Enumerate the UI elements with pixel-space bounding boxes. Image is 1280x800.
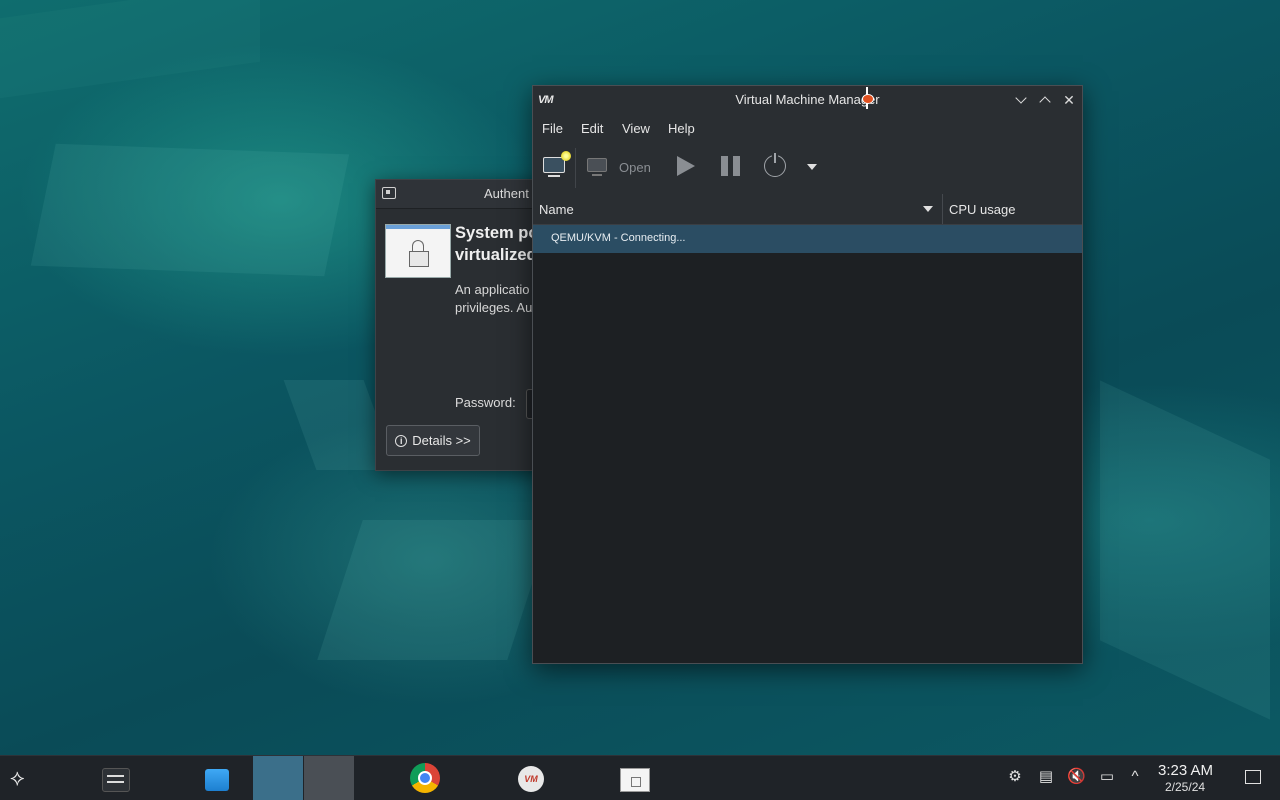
details-button-label: Details >> — [412, 433, 471, 448]
taskbar-discover[interactable] — [96, 756, 229, 800]
wallpaper-shard — [317, 520, 553, 660]
vmm-window: VM Virtual Machine Manager ✕ File Edit V… — [532, 85, 1083, 664]
auth-heading-line1: System po — [455, 224, 539, 242]
wallpaper-shard — [30, 143, 350, 277]
tray-expand-icon[interactable]: ^ — [1126, 768, 1144, 786]
chevron-up-icon — [1039, 96, 1051, 108]
pause-icon[interactable] — [721, 156, 741, 176]
run-icon[interactable] — [677, 156, 695, 176]
close-icon: ✕ — [1063, 92, 1075, 108]
taskbar-auth-dialog[interactable] — [304, 756, 650, 800]
auth-message: An applicatio privileges. Au — [455, 281, 532, 317]
move-cursor-icon — [858, 85, 876, 111]
show-desktop-icon[interactable] — [1245, 770, 1261, 784]
connection-label: QEMU/KVM - Connecting... — [551, 232, 686, 244]
vmm-title-bar[interactable]: VM Virtual Machine Manager ✕ — [533, 86, 1082, 114]
column-name[interactable]: Name — [539, 202, 574, 217]
power-icon[interactable] — [764, 153, 786, 177]
app-launcher-button[interactable]: ⟡ — [0, 756, 50, 800]
open-console-icon[interactable] — [587, 158, 607, 176]
launcher-icon: ⟡ — [10, 765, 25, 790]
menu-file[interactable]: File — [542, 121, 563, 136]
column-header: Name CPU usage — [533, 194, 1082, 225]
auth-heading: System po virtualized — [455, 222, 538, 266]
chrome-icon — [410, 763, 440, 793]
display-tray-icon[interactable]: ▭ — [1098, 768, 1116, 786]
window-title: Virtual Machine Manager — [735, 92, 880, 107]
column-cpu-usage[interactable]: CPU usage — [949, 202, 1015, 217]
new-vm-icon[interactable] — [543, 151, 571, 177]
taskbar-system-settings[interactable] — [45, 756, 130, 800]
menu-bar: File Edit View Help — [533, 114, 1082, 142]
clipboard-tray-icon[interactable]: ▤ — [1037, 768, 1055, 786]
shutdown-dropdown-icon[interactable] — [807, 164, 817, 170]
password-label: Password: — [455, 395, 516, 410]
wallpaper-shard — [0, 0, 260, 99]
maximize-button[interactable] — [1037, 92, 1053, 108]
taskbar-vmm[interactable]: VM — [253, 756, 544, 800]
column-divider[interactable] — [942, 194, 943, 224]
auth-title: Authent — [484, 186, 529, 201]
vmm-app-icon: VM — [518, 766, 544, 792]
auth-window-icon — [382, 187, 396, 199]
sort-arrow-icon[interactable] — [923, 206, 933, 212]
auth-message-line1: An applicatio — [455, 282, 530, 297]
chevron-down-icon — [1015, 92, 1027, 104]
taskbar-file-manager[interactable] — [149, 756, 338, 800]
lock-icon — [385, 224, 451, 278]
menu-edit[interactable]: Edit — [581, 121, 603, 136]
network-tray-icon[interactable]: ⚙ — [1006, 768, 1024, 786]
auth-heading-line2: virtualized — [455, 246, 537, 264]
volume-muted-icon[interactable]: 🔇 — [1067, 768, 1086, 786]
info-icon: i — [395, 434, 408, 447]
minimize-button[interactable] — [1013, 92, 1029, 108]
details-button[interactable]: i Details >> — [386, 425, 480, 456]
taskbar: ⟡ VM ⚙ ▤ 🔇 ▭ ^ 3:23 AM 2/25/24 — [0, 755, 1280, 800]
menu-view[interactable]: View — [622, 121, 650, 136]
open-button-label[interactable]: Open — [619, 160, 651, 175]
clock-time[interactable]: 3:23 AM — [1158, 762, 1213, 779]
lock-window-icon — [620, 768, 650, 792]
close-button[interactable]: ✕ — [1061, 92, 1077, 108]
taskbar-chrome[interactable] — [200, 756, 440, 800]
auth-message-line2: privileges. Au — [455, 300, 533, 315]
toolbar-separator — [575, 148, 576, 188]
wallpaper-shard — [1100, 380, 1270, 720]
toolbar: Open — [533, 142, 1082, 195]
menu-help[interactable]: Help — [668, 121, 695, 136]
clock-date[interactable]: 2/25/24 — [1165, 780, 1205, 794]
table-row[interactable]: QEMU/KVM - Connecting... — [533, 225, 1082, 253]
